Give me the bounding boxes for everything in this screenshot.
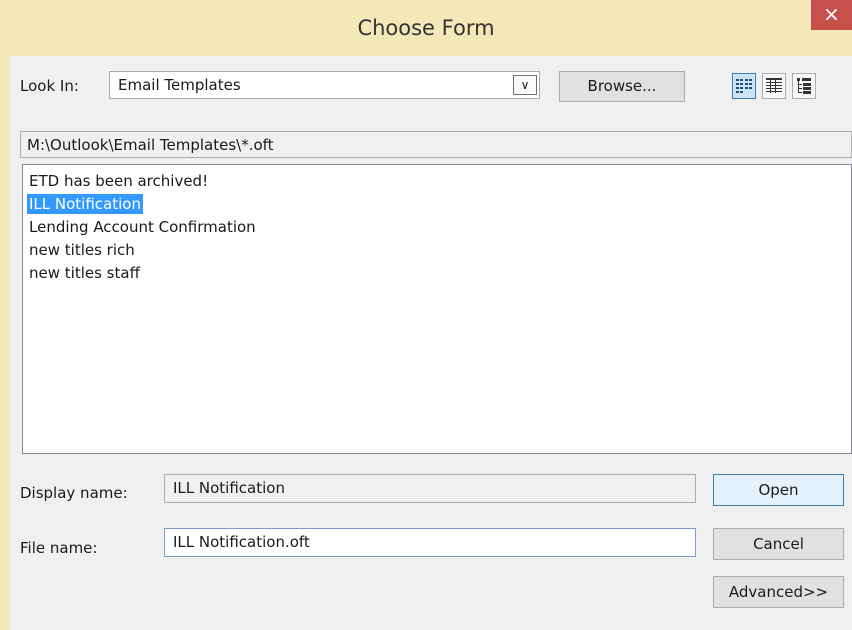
- look-in-label: Look In:: [20, 77, 79, 95]
- file-name-value: ILL Notification.oft: [173, 533, 310, 551]
- list-item[interactable]: ETD has been archived!: [27, 171, 210, 191]
- browse-button[interactable]: Browse...: [559, 71, 685, 102]
- tree-view-button[interactable]: [792, 73, 816, 99]
- file-name-input[interactable]: ILL Notification.oft: [164, 528, 696, 557]
- look-in-dropdown-button[interactable]: ∨: [513, 75, 537, 95]
- list-item[interactable]: Lending Account Confirmation: [27, 217, 258, 237]
- list-item-selected[interactable]: ILL Notification: [27, 194, 143, 214]
- open-button[interactable]: Open: [713, 474, 844, 506]
- look-in-value: Email Templates: [118, 76, 241, 94]
- display-name-label: Display name:: [20, 484, 128, 502]
- current-path-text: M:\Outlook\Email Templates\*.oft: [27, 136, 274, 154]
- list-view-icon: [736, 79, 752, 93]
- details-view-icon: [766, 78, 782, 93]
- chevron-down-icon: ∨: [520, 78, 530, 92]
- close-button[interactable]: ×: [811, 0, 852, 30]
- title-bar[interactable]: Choose Form ×: [0, 0, 852, 56]
- display-name-field: ILL Notification: [164, 474, 696, 503]
- display-name-value: ILL Notification: [173, 479, 285, 497]
- file-name-label: File name:: [20, 539, 98, 557]
- list-view-button[interactable]: [732, 73, 756, 99]
- look-in-combobox[interactable]: Email Templates ∨: [109, 71, 540, 99]
- list-item[interactable]: new titles rich: [27, 240, 137, 260]
- advanced-button[interactable]: Advanced>>: [713, 576, 844, 608]
- window-title: Choose Form: [357, 16, 495, 40]
- details-view-button[interactable]: [762, 73, 786, 99]
- cancel-button[interactable]: Cancel: [713, 528, 844, 560]
- current-path-field: M:\Outlook\Email Templates\*.oft: [20, 131, 852, 158]
- list-item[interactable]: new titles staff: [27, 263, 142, 283]
- tree-view-icon: [797, 78, 811, 94]
- close-icon: ×: [823, 2, 840, 26]
- form-list[interactable]: ETD has been archived! ILL Notification …: [22, 164, 852, 454]
- dialog-body: Look In: Email Templates ∨ Browse... M:\…: [10, 56, 852, 630]
